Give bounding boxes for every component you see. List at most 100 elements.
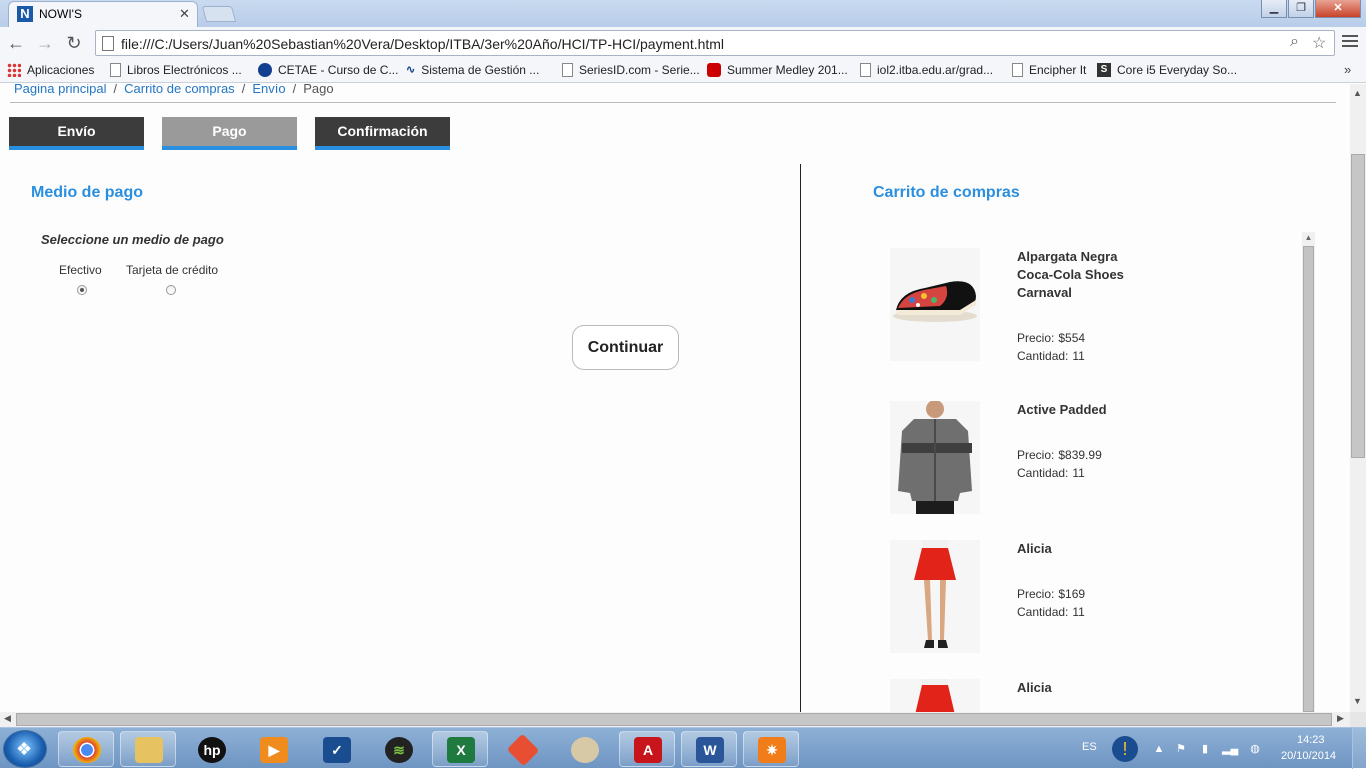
- page-vertical-scrollbar[interactable]: ▲ ▼: [1350, 84, 1366, 712]
- taskbar-explorer[interactable]: [120, 731, 176, 767]
- apps-grid-icon: [7, 63, 21, 77]
- continue-button[interactable]: Continuar: [572, 325, 679, 370]
- browser-toolbar: ← → ↻ file:///C:/Users/Juan%20Sebastian%…: [0, 27, 1366, 59]
- cash-radio[interactable]: [77, 285, 87, 295]
- breadcrumb-home-link[interactable]: Pagina principal: [14, 84, 107, 96]
- taskbar-excel[interactable]: X: [432, 731, 488, 767]
- scroll-right-arrow-icon[interactable]: ▶: [1337, 713, 1344, 724]
- more-bookmarks-icon[interactable]: »: [1344, 62, 1351, 77]
- step-payment[interactable]: Pago: [162, 117, 297, 150]
- network-signal-icon[interactable]: ▂▄: [1222, 742, 1238, 756]
- bookmark-apps[interactable]: Aplicaciones: [7, 63, 94, 77]
- explorer-icon: [135, 737, 163, 763]
- taskbar-tick-app[interactable]: ✓: [308, 731, 364, 767]
- bookmark-core-i5[interactable]: S Core i5 Everyday So...: [1097, 63, 1237, 77]
- chrome-menu-icon[interactable]: [1342, 32, 1358, 50]
- item-name[interactable]: Alicia: [1017, 540, 1137, 558]
- page-icon: [1012, 63, 1023, 77]
- taskbar-hp[interactable]: hp: [183, 731, 239, 767]
- back-arrow-icon[interactable]: ←: [5, 32, 27, 54]
- credit-card-radio[interactable]: [166, 285, 176, 295]
- reload-icon[interactable]: ↻: [63, 32, 85, 54]
- credit-card-option-label[interactable]: Tarjeta de crédito: [126, 263, 218, 277]
- search-icon[interactable]: ⌕: [1290, 33, 1299, 51]
- show-desktop-button[interactable]: [1352, 728, 1366, 769]
- chrome-icon: [73, 737, 101, 763]
- cash-option-label[interactable]: Efectivo: [59, 263, 102, 277]
- page-icon: [860, 63, 871, 77]
- clock-time[interactable]: 14:23: [1297, 734, 1325, 746]
- page-scrollbar-thumb[interactable]: [1351, 154, 1365, 458]
- windows-taskbar: hp ▶ ✓ ≋ X A W ✷ ES ! ▲ ⚑ ▮ ▂▄ ◍ 14:23 2…: [0, 727, 1366, 769]
- bookmark-libros[interactable]: Libros Electrónicos ...: [110, 63, 242, 77]
- address-url[interactable]: file:///C:/Users/Juan%20Sebastian%20Vera…: [121, 36, 724, 52]
- excel-icon: X: [447, 737, 475, 763]
- taskbar-paint[interactable]: [556, 731, 612, 767]
- maximize-window-button[interactable]: ❐: [1288, 0, 1314, 18]
- item-name[interactable]: Active Padded: [1017, 401, 1137, 419]
- breadcrumb: Pagina principal / Carrito de compras / Enví…: [14, 84, 334, 96]
- scroll-up-arrow-icon[interactable]: ▲: [1302, 232, 1315, 244]
- taskbar-acrobat[interactable]: A: [619, 731, 675, 767]
- clock-date[interactable]: 20/10/2014: [1281, 750, 1336, 762]
- close-window-button[interactable]: ✕: [1315, 0, 1361, 18]
- page-horizontal-scrollbar[interactable]: ◀ ▶: [0, 712, 1350, 727]
- word-icon: W: [696, 737, 724, 763]
- bookmark-encipher[interactable]: Encipher It: [1012, 63, 1086, 77]
- paint-icon: [571, 737, 599, 763]
- bookmark-cetae[interactable]: CETAE - Curso de C...: [258, 63, 398, 77]
- bookmark-iol2[interactable]: iol2.itba.edu.ar/grad...: [860, 63, 993, 77]
- browser-tab[interactable]: N NOWI'S ✕: [8, 1, 198, 27]
- taskbar-media-player[interactable]: ▶: [245, 731, 301, 767]
- bookmark-star-icon[interactable]: ☆: [1312, 33, 1326, 53]
- scroll-down-arrow-icon[interactable]: ▼: [1353, 696, 1362, 706]
- scrollbar-corner: [1350, 712, 1366, 727]
- page-icon: [562, 63, 573, 77]
- cart-section-title: Carrito de compras: [873, 184, 1020, 201]
- youtube-icon: [707, 63, 721, 77]
- bookmark-sistema-gestion[interactable]: ∿ Sistema de Gestión ...: [406, 63, 539, 77]
- tab-title: NOWI'S: [39, 7, 82, 21]
- minimize-window-button[interactable]: ▁: [1261, 0, 1287, 18]
- step-confirmation[interactable]: Confirmación: [315, 117, 450, 150]
- forward-arrow-icon[interactable]: →: [34, 32, 56, 54]
- column-divider: [800, 164, 801, 712]
- cart-scrollbar[interactable]: ▲: [1302, 232, 1315, 712]
- bookmark-seriesid[interactable]: SeriesID.com - Serie...: [562, 63, 700, 77]
- taskbar-git[interactable]: [494, 731, 550, 767]
- action-center-warning-icon[interactable]: !: [1112, 736, 1138, 762]
- step-shipping[interactable]: Envío: [9, 117, 144, 150]
- flag-icon[interactable]: ⚑: [1174, 742, 1188, 756]
- power-icon[interactable]: ▮: [1198, 742, 1212, 756]
- language-indicator[interactable]: ES: [1082, 741, 1097, 753]
- payment-section-title: Medio de pago: [31, 184, 143, 201]
- address-bar[interactable]: file:///C:/Users/Juan%20Sebastian%20Vera…: [95, 30, 1335, 56]
- item-quantity: Cantidad: 11: [1017, 349, 1085, 363]
- network-globe-icon[interactable]: ◍: [1248, 742, 1262, 756]
- bookmark-summer-medley[interactable]: Summer Medley 201...: [707, 63, 848, 77]
- horizontal-scrollbar-thumb[interactable]: [16, 713, 1332, 726]
- item-name[interactable]: Alicia: [1017, 679, 1137, 697]
- breadcrumb-current: Pago: [303, 84, 334, 96]
- breadcrumb-shipping-link[interactable]: Envío: [252, 84, 285, 96]
- scroll-left-arrow-icon[interactable]: ◀: [4, 713, 11, 724]
- show-hidden-icons-icon[interactable]: ▲: [1152, 742, 1166, 756]
- close-tab-icon[interactable]: ✕: [179, 6, 190, 22]
- taskbar-spotify[interactable]: ≋: [370, 731, 426, 767]
- cart-items-list[interactable]: Alpargata Negra Coca-Cola Shoes Carnaval…: [880, 248, 1316, 729]
- page-icon: [110, 63, 121, 77]
- cetae-icon: [258, 63, 272, 77]
- taskbar-chrome[interactable]: [58, 731, 114, 767]
- site-favicon-icon: N: [17, 6, 33, 22]
- start-button[interactable]: [3, 730, 47, 768]
- item-quantity: Cantidad: 11: [1017, 466, 1085, 480]
- item-name[interactable]: Alpargata Negra Coca-Cola Shoes Carnaval: [1017, 248, 1137, 302]
- cart-scrollbar-thumb[interactable]: [1303, 246, 1314, 712]
- new-tab-button[interactable]: [201, 6, 237, 22]
- taskbar-settings[interactable]: ✷: [743, 731, 799, 767]
- git-icon: [506, 733, 540, 767]
- scroll-up-arrow-icon[interactable]: ▲: [1353, 88, 1362, 98]
- taskbar-word[interactable]: W: [681, 731, 737, 767]
- jacket-icon: [898, 401, 972, 514]
- breadcrumb-cart-link[interactable]: Carrito de compras: [124, 84, 235, 96]
